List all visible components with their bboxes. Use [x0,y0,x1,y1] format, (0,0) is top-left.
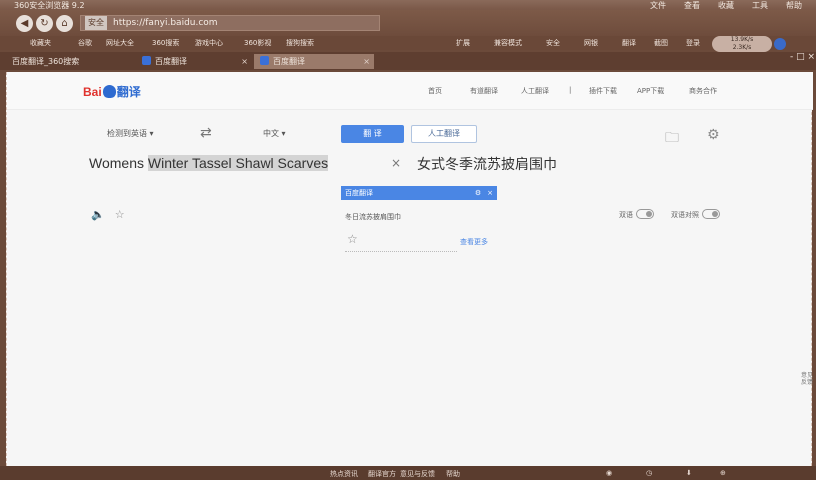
back-arrow-icon: ◀ [20,18,29,29]
translate-popup-header: 百度翻译 ⚙ × [341,186,497,200]
source-text-input[interactable]: Womens Winter Tassel Shawl Scarves [89,155,329,171]
nav-app-download[interactable]: APP下载 [637,86,664,96]
target-text-output: 女式冬季流苏披肩围巾 [417,157,557,173]
logo-bai: Bai [83,85,102,99]
nav-plugin-download[interactable]: 插件下载 [589,86,617,96]
window-controls[interactable]: - □ × [790,52,815,62]
site-header: Bai 翻译 首页 有道翻译 人工翻译 | 插件下载 APP下载 商务合作 [7,72,813,110]
tab-search[interactable]: 百度翻译_360搜索 [6,54,134,69]
divider [345,251,457,252]
bilingual-toggle[interactable]: 双语 [619,209,654,220]
status-item[interactable]: 热点资讯 [330,469,358,479]
navigation-bar: ◀ ↻ ⌂ 安全 https://fanyi.baidu.com [0,10,816,36]
bookmark-item[interactable]: 网址大全 [106,38,134,48]
toolbar-security[interactable]: 安全 [546,38,560,48]
baidu-favicon-icon [260,56,269,65]
upload-document-icon[interactable]: 🗀 [665,127,679,151]
back-button[interactable]: ◀ [16,15,33,32]
settings-icon[interactable]: ⚙ [475,186,481,200]
chevron-down-icon: ▾ [149,129,154,138]
translate-button[interactable]: 翻 译 [341,125,404,143]
url-text: https://fanyi.baidu.com [113,18,218,28]
toggle-label: 双语对照 [671,211,699,219]
tab-label: 百度翻译 [155,57,187,66]
speed-indicator-icon[interactable] [774,38,786,50]
toggle-switch[interactable] [702,209,720,219]
status-item[interactable]: 翻译官方 [368,469,396,479]
toolbar-extensions[interactable]: 扩展 [456,38,470,48]
source-language-select[interactable]: 检测到英语 ▾ [107,128,154,139]
nav-business[interactable]: 商务合作 [689,86,717,96]
toolbar-compat-mode[interactable]: 兼容模式 [494,38,522,48]
toggle-switch[interactable] [636,209,654,219]
speaker-icon[interactable]: 🔈 [91,208,105,221]
home-button[interactable]: ⌂ [56,15,73,32]
baidu-favicon-icon [142,56,151,65]
nav-home[interactable]: 首页 [428,86,442,96]
chevron-down-icon: ▾ [281,129,286,138]
human-translate-button[interactable]: 人工翻译 [411,125,477,143]
window-titlebar: 360安全浏览器 9.2 文件 查看 收藏 工具 帮助 [0,0,816,10]
baidu-translate-logo[interactable]: Bai 翻译 [83,83,141,100]
tab-close-icon[interactable]: × [241,54,248,69]
tab-label: 百度翻译 [273,57,305,66]
toolbar-login[interactable]: 登录 [686,38,700,48]
address-bar[interactable]: 安全 https://fanyi.baidu.com [80,15,380,31]
favorite-star-icon[interactable]: ☆ [347,232,358,246]
nav-youdao[interactable]: 有道翻译 [470,86,498,96]
target-language-label: 中文 [263,129,279,138]
tab-baidu-translate-1[interactable]: 百度翻译 × [136,54,252,69]
bookmark-item[interactable]: 搜狗搜索 [286,38,314,48]
nav-human-translate[interactable]: 人工翻译 [521,86,549,96]
gear-icon[interactable]: ⚙ [707,127,720,143]
view-more-link[interactable]: 查看更多 [460,237,488,247]
tab-close-icon[interactable]: × [363,54,370,69]
download-speed: 2.3K/s [732,44,752,51]
bilingual-compare-toggle[interactable]: 双语对照 [671,209,720,220]
toolbar-bank[interactable]: 网银 [584,38,598,48]
nav-divider: | [569,86,572,94]
download-icon[interactable]: ⬇ [686,469,692,477]
refresh-icon: ↻ [40,18,49,29]
bookmark-item[interactable]: 360影视 [244,38,271,48]
status-item[interactable]: 意见与反馈 [400,469,435,479]
refresh-button[interactable]: ↻ [36,15,53,32]
star-icon[interactable]: ☆ [115,208,125,221]
network-speed-badge: 13.9K/s 2.3K/s [712,36,772,52]
tab-strip: 百度翻译_360搜索 百度翻译 × 百度翻译 × [0,52,816,70]
toggle-label: 双语 [619,211,633,219]
page-content: Bai 翻译 首页 有道翻译 人工翻译 | 插件下载 APP下载 商务合作 检测到… [6,72,813,466]
close-icon[interactable]: × [487,186,493,200]
toolbar-screenshot[interactable]: 截图 [654,38,668,48]
status-bar: 热点资讯 翻译官方 意见与反馈 帮助 ◉ ◷ ⬇ ⊕ [0,466,816,480]
clock-icon[interactable]: ◷ [646,469,652,477]
popup-title: 百度翻译 [345,189,373,197]
swap-languages-icon[interactable]: ⇄ [200,125,212,141]
tab-label: 百度翻译_360搜索 [12,57,80,66]
logo-translate: 翻译 [116,85,141,99]
bookmark-item[interactable]: 谷歌 [78,38,92,48]
secure-badge: 安全 [85,16,107,30]
home-icon: ⌂ [61,18,68,29]
eye-icon[interactable]: ◉ [606,469,612,477]
clear-icon[interactable]: × [391,156,401,170]
toolbar-translate[interactable]: 翻译 [622,38,636,48]
bookmarks-bar: 收藏夹 谷歌 网址大全 360搜索 游戏中心 360影视 搜狗搜索 扩展 兼容模… [0,36,816,50]
bookmark-item[interactable]: 360搜索 [152,38,179,48]
source-tools: 🔈 ☆ [91,208,135,221]
tab-baidu-translate-active[interactable]: 百度翻译 × [254,54,374,69]
bookmark-item[interactable]: 游戏中心 [195,38,223,48]
upload-speed: 13.9K/s [730,36,754,43]
target-language-select[interactable]: 中文 ▾ [263,128,286,139]
source-language-label: 检测到英语 [107,129,147,138]
source-text-selected: Winter Tassel Shawl Scarves [147,155,329,171]
feedback-float-button[interactable]: 意见反馈 [801,372,813,386]
source-text-plain: Womens [89,155,148,171]
status-item[interactable]: 帮助 [446,469,460,479]
zoom-icon[interactable]: ⊕ [720,469,726,477]
bookmark-item[interactable]: 收藏夹 [30,38,51,48]
baidu-paw-icon [102,85,116,98]
result-text: 冬日流苏披肩围巾 [345,213,401,221]
